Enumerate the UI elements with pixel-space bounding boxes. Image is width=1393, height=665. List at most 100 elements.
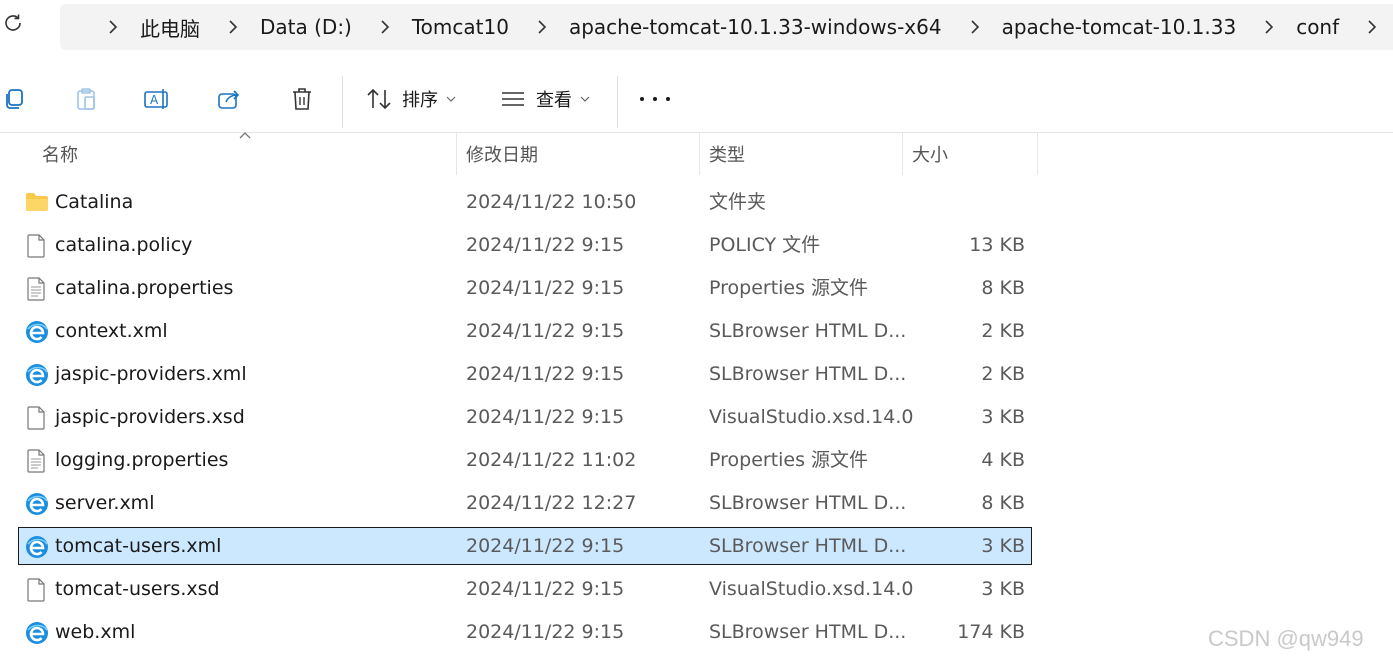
file-type: POLICY 文件 — [709, 234, 821, 256]
folder-icon — [25, 191, 48, 213]
file-name: jaspic-providers.xml — [55, 363, 247, 385]
file-date: 2024/11/22 9:15 — [466, 277, 625, 299]
breadcrumb-item[interactable]: conf — [1296, 15, 1339, 39]
file-size: 2 KB — [981, 320, 1025, 342]
file-date: 2024/11/22 11:02 — [466, 449, 637, 471]
browser-file-icon — [25, 535, 48, 558]
browser-file-icon — [25, 320, 48, 343]
column-divider[interactable] — [1037, 133, 1038, 175]
file-date: 2024/11/22 9:15 — [466, 234, 625, 256]
view-label: 查看 — [536, 90, 572, 111]
sort-label: 排序 — [402, 90, 438, 111]
file-size: 3 KB — [981, 578, 1025, 600]
file-row[interactable]: web.xml 2024/11/22 9:15 SLBrowser HTML D..… — [19, 614, 1031, 650]
file-name: catalina.properties — [55, 277, 234, 299]
file-type: 文件夹 — [709, 191, 767, 213]
file-row[interactable]: catalina.policy 2024/11/22 9:15 POLICY 文件 1… — [19, 227, 1031, 263]
file-date: 2024/11/22 12:27 — [466, 492, 637, 514]
breadcrumb-chevron-icon[interactable] — [378, 20, 392, 34]
file-size: 174 KB — [957, 621, 1025, 643]
address-bar-area: 此电脑 Data (D:) Tomcat10 apache-tomcat-10.1.3… — [0, 0, 1393, 62]
file-name: tomcat-users.xml — [55, 535, 222, 557]
column-header-name[interactable]: 名称 — [42, 133, 78, 175]
file-date: 2024/11/22 9:15 — [466, 535, 625, 557]
file-date: 2024/11/22 9:15 — [466, 320, 625, 342]
file-row[interactable]: context.xml 2024/11/22 9:15 SLBrowser HTML… — [19, 313, 1031, 349]
file-row[interactable]: jaspic-providers.xsd 2024/11/22 9:15 Visua… — [19, 399, 1031, 435]
copy-icon[interactable] — [0, 84, 30, 114]
breadcrumb-chevron-icon[interactable] — [226, 20, 240, 34]
browser-file-icon — [25, 621, 48, 644]
chevron-down-icon — [446, 96, 456, 102]
file-row[interactable]: server.xml 2024/11/22 12:27 SLBrowser HTML… — [19, 485, 1031, 521]
file-row[interactable]: tomcat-users.xsd 2024/11/22 9:15 VisualStu… — [19, 571, 1031, 607]
breadcrumb-chevron-icon[interactable] — [1365, 20, 1379, 34]
view-list-icon — [502, 92, 524, 106]
column-header-type[interactable]: 类型 — [709, 133, 745, 175]
file-size: 13 KB — [969, 234, 1025, 256]
file-name: web.xml — [55, 621, 136, 643]
svg-text:A: A — [150, 93, 159, 107]
paste-icon — [71, 84, 101, 114]
sort-ascending-icon — [239, 132, 251, 139]
file-name: logging.properties — [55, 449, 229, 471]
browser-file-icon — [25, 363, 48, 386]
file-row[interactable]: tomcat-users.xml 2024/11/22 9:15 SLBrowser… — [18, 527, 1032, 565]
more-options-icon[interactable] — [640, 92, 670, 106]
column-divider[interactable] — [902, 133, 903, 175]
command-bar: A 排序 查看 — [0, 66, 1393, 133]
file-type: SLBrowser HTML D... — [709, 535, 907, 557]
toolbar-divider — [342, 76, 343, 128]
share-icon[interactable] — [214, 84, 244, 114]
breadcrumb-chevron-icon[interactable] — [106, 20, 120, 34]
chevron-down-icon — [580, 96, 590, 102]
breadcrumb-item[interactable]: Data (D:) — [260, 15, 352, 39]
breadcrumb-item[interactable]: apache-tomcat-10.1.33-windows-x64 — [569, 15, 942, 39]
browser-file-icon — [25, 492, 48, 515]
breadcrumb-chevron-icon[interactable] — [535, 20, 549, 34]
file-icon — [25, 406, 47, 430]
file-date: 2024/11/22 9:15 — [466, 621, 625, 643]
view-button[interactable]: 查看 — [500, 82, 590, 116]
file-size: 3 KB — [981, 406, 1025, 428]
file-type: VisualStudio.xsd.14.0 — [709, 578, 914, 600]
breadcrumb-chevron-icon[interactable] — [968, 20, 982, 34]
text-file-icon — [25, 277, 47, 301]
file-row[interactable]: jaspic-providers.xml 2024/11/22 9:15 SLBro… — [19, 356, 1031, 392]
file-row[interactable]: Catalina 2024/11/22 10:50 文件夹 — [19, 184, 1031, 220]
file-type: SLBrowser HTML D... — [709, 492, 907, 514]
file-name: context.xml — [55, 320, 168, 342]
file-date: 2024/11/22 9:15 — [466, 363, 625, 385]
column-divider[interactable] — [456, 133, 457, 175]
file-type: Properties 源文件 — [709, 277, 869, 299]
address-bar[interactable]: 此电脑 Data (D:) Tomcat10 apache-tomcat-10.1.3… — [60, 4, 1393, 50]
sort-button[interactable]: 排序 — [366, 82, 456, 116]
refresh-icon[interactable] — [2, 12, 28, 42]
file-name: catalina.policy — [55, 234, 193, 256]
delete-icon[interactable] — [287, 84, 317, 114]
breadcrumb-item[interactable]: apache-tomcat-10.1.33 — [1002, 15, 1237, 39]
file-date: 2024/11/22 9:15 — [466, 578, 625, 600]
column-header-date[interactable]: 修改日期 — [466, 133, 538, 175]
file-type: SLBrowser HTML D... — [709, 621, 907, 643]
watermark: CSDN @qw949 — [1208, 626, 1364, 651]
file-icon — [25, 578, 47, 602]
file-size: 8 KB — [981, 492, 1025, 514]
file-name: tomcat-users.xsd — [55, 578, 220, 600]
breadcrumb-chevron-icon[interactable] — [1262, 20, 1276, 34]
file-icon — [25, 234, 47, 258]
column-divider[interactable] — [699, 133, 700, 175]
column-header-size[interactable]: 大小 — [912, 133, 948, 175]
file-name: server.xml — [55, 492, 155, 514]
file-size: 8 KB — [981, 277, 1025, 299]
file-size: 4 KB — [981, 449, 1025, 471]
breadcrumb-item[interactable]: 此电脑 — [140, 13, 200, 42]
breadcrumb-item[interactable]: Tomcat10 — [412, 15, 509, 39]
file-size: 3 KB — [981, 535, 1025, 557]
file-type: SLBrowser HTML D... — [709, 363, 907, 385]
file-row[interactable]: catalina.properties 2024/11/22 9:15 Proper… — [19, 270, 1031, 306]
file-row[interactable]: logging.properties 2024/11/22 11:02 Proper… — [19, 442, 1031, 478]
file-type: SLBrowser HTML D... — [709, 320, 907, 342]
rename-icon[interactable]: A — [142, 84, 172, 114]
file-type: VisualStudio.xsd.14.0 — [709, 406, 914, 428]
